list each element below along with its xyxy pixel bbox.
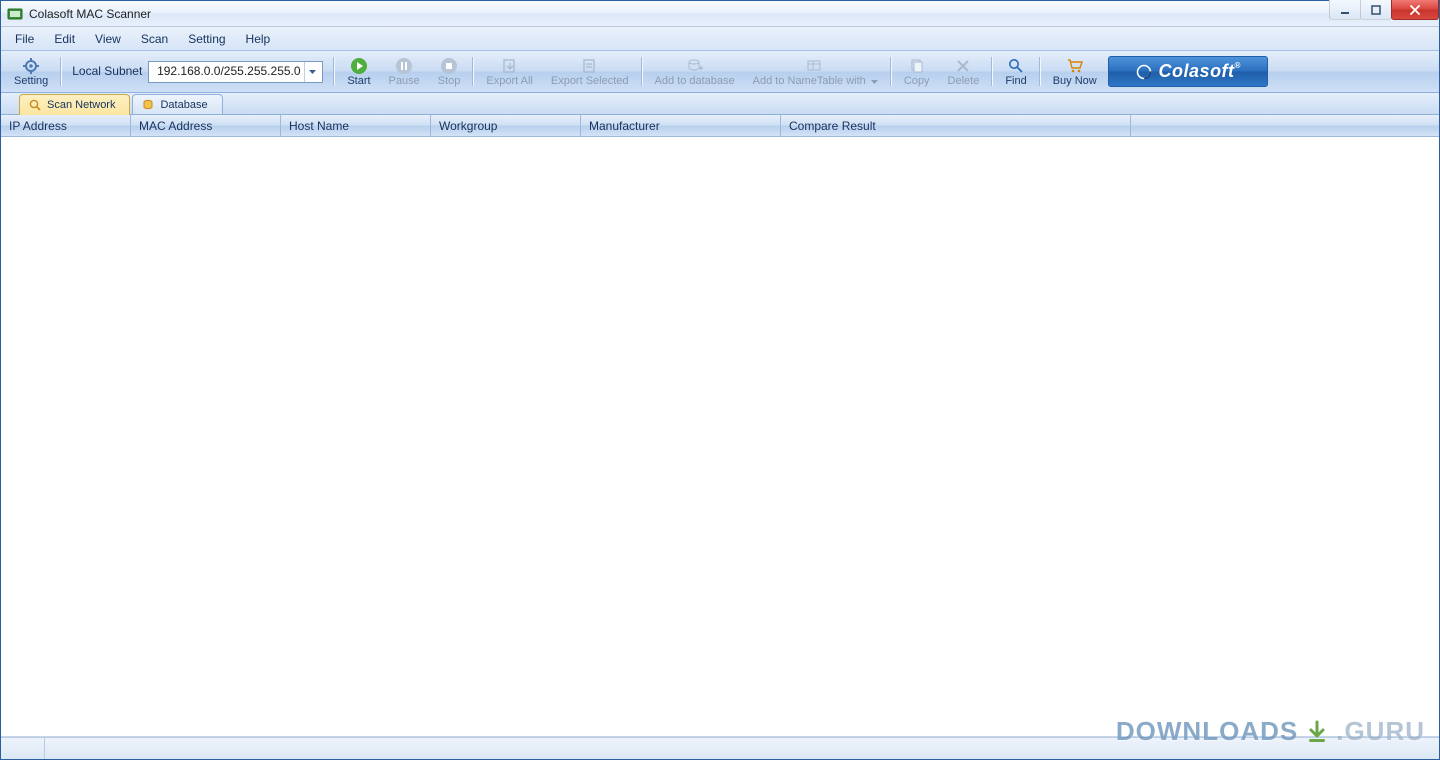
tab-db-label: Database	[160, 99, 207, 111]
nametable-icon	[806, 57, 824, 75]
search-icon	[1007, 57, 1025, 75]
toolbar-separator	[333, 57, 335, 86]
copy-label: Copy	[904, 76, 930, 88]
export-selected-label: Export Selected	[551, 76, 629, 88]
add-nametable-label: Add to NameTable with	[753, 76, 878, 88]
find-label: Find	[1005, 76, 1026, 88]
col-mac[interactable]: MAC Address	[131, 115, 281, 136]
app-window: Colasoft MAC Scanner File Edit View Scan…	[0, 0, 1440, 760]
export-all-label: Export All	[486, 76, 532, 88]
play-icon	[350, 57, 368, 75]
buy-now-button[interactable]: Buy Now	[1044, 53, 1106, 90]
pause-icon	[395, 57, 413, 75]
menu-setting[interactable]: Setting	[178, 27, 235, 50]
gear-icon	[22, 57, 40, 75]
window-controls	[1330, 0, 1439, 20]
stop-icon	[440, 57, 458, 75]
toolbar-separator	[890, 57, 892, 86]
magnifier-icon	[28, 98, 42, 112]
copy-icon	[908, 57, 926, 75]
brand-logo[interactable]: Colasoft®	[1108, 56, 1268, 87]
stop-label: Stop	[438, 76, 461, 88]
tab-strip: Scan Network Database	[1, 93, 1439, 115]
export-selected-icon	[581, 57, 599, 75]
menu-file[interactable]: File	[5, 27, 44, 50]
start-label: Start	[347, 76, 370, 88]
title-bar: Colasoft MAC Scanner	[1, 1, 1439, 27]
subnet-value: 192.168.0.0/255.255.255.0	[153, 65, 304, 78]
col-wg[interactable]: Workgroup	[431, 115, 581, 136]
menu-edit[interactable]: Edit	[44, 27, 85, 50]
status-cell	[1, 738, 45, 759]
toolbar-separator	[60, 57, 62, 86]
toolbar: Setting Local Subnet 192.168.0.0/255.255…	[1, 51, 1439, 93]
setting-button[interactable]: Setting	[5, 53, 57, 90]
col-ip[interactable]: IP Address	[1, 115, 131, 136]
minimize-button[interactable]	[1329, 0, 1361, 20]
tab-database[interactable]: Database	[132, 94, 222, 114]
menu-bar: File Edit View Scan Setting Help	[1, 27, 1439, 51]
export-icon	[501, 57, 519, 75]
add-database-label: Add to database	[655, 76, 735, 88]
add-nametable-button[interactable]: Add to NameTable with	[744, 53, 887, 90]
col-host[interactable]: Host Name	[281, 115, 431, 136]
brand-ring-icon	[1135, 63, 1153, 81]
subnet-label: Local Subnet	[72, 65, 142, 78]
menu-view[interactable]: View	[85, 27, 131, 50]
toolbar-separator	[991, 57, 993, 86]
tab-scan-network[interactable]: Scan Network	[19, 94, 130, 115]
pause-button[interactable]: Pause	[380, 53, 429, 90]
subnet-dropdown[interactable]: 192.168.0.0/255.255.255.0	[148, 61, 323, 83]
subnet-box: Local Subnet 192.168.0.0/255.255.255.0	[65, 53, 330, 90]
toolbar-separator	[641, 57, 643, 86]
brand-text: Colasoft	[1159, 61, 1235, 82]
grid-body[interactable]	[1, 137, 1439, 737]
copy-button[interactable]: Copy	[895, 53, 939, 90]
status-cell	[45, 738, 1439, 759]
cart-icon	[1066, 57, 1084, 75]
close-button[interactable]	[1391, 0, 1439, 20]
delete-label: Delete	[948, 76, 980, 88]
export-selected-button[interactable]: Export Selected	[542, 53, 638, 90]
add-database-button[interactable]: Add to database	[646, 53, 744, 90]
find-button[interactable]: Find	[996, 53, 1035, 90]
app-icon	[7, 6, 23, 22]
menu-help[interactable]: Help	[236, 27, 281, 50]
chevron-down-icon	[304, 62, 320, 82]
grid-header: IP Address MAC Address Host Name Workgro…	[1, 115, 1439, 137]
maximize-button[interactable]	[1360, 0, 1392, 20]
buy-label: Buy Now	[1053, 76, 1097, 88]
status-bar	[1, 737, 1439, 759]
menu-scan[interactable]: Scan	[131, 27, 178, 50]
toolbar-separator	[1039, 57, 1041, 86]
export-all-button[interactable]: Export All	[477, 53, 541, 90]
database-add-icon	[686, 57, 704, 75]
window-title: Colasoft MAC Scanner	[29, 7, 151, 21]
toolbar-separator	[472, 57, 474, 86]
start-button[interactable]: Start	[338, 53, 379, 90]
tab-scan-label: Scan Network	[47, 99, 115, 111]
stop-button[interactable]: Stop	[429, 53, 470, 90]
col-cmp[interactable]: Compare Result	[781, 115, 1131, 136]
col-manu[interactable]: Manufacturer	[581, 115, 781, 136]
database-icon	[141, 98, 155, 112]
delete-icon	[954, 57, 972, 75]
pause-label: Pause	[389, 76, 420, 88]
delete-button[interactable]: Delete	[939, 53, 989, 90]
setting-label: Setting	[14, 76, 48, 88]
